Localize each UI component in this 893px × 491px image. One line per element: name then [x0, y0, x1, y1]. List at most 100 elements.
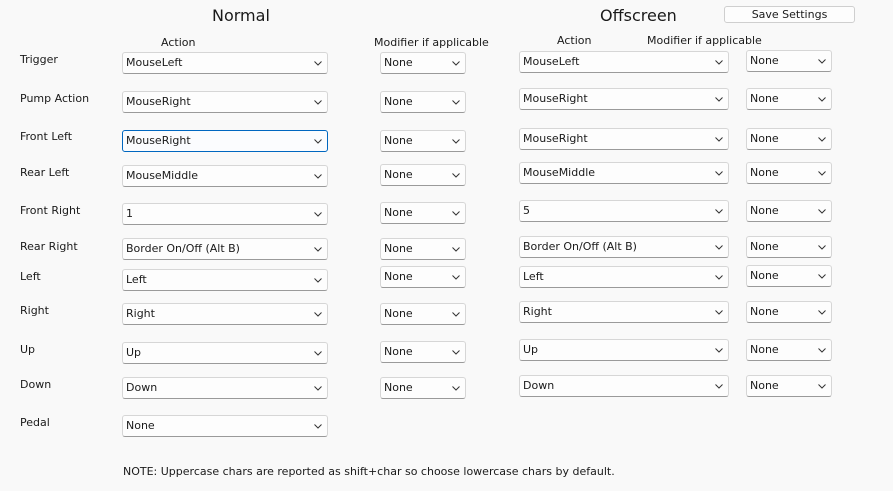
normal-modifier-select-pump-action[interactable]: None — [380, 91, 466, 113]
normal-action-select-rear-left[interactable]: MouseMiddle — [122, 165, 328, 187]
offscreen-action-select-rear-right[interactable]: Border On/Off (Alt B) — [519, 236, 729, 258]
offscreen-action-select-up[interactable]: Up — [519, 339, 729, 361]
dropdown-value: MouseLeft — [523, 55, 580, 68]
dropdown-value: None — [384, 242, 413, 255]
offscreen-action-select-front-right[interactable]: 5 — [519, 200, 729, 222]
offscreen-action-select-rear-left[interactable]: MouseMiddle — [519, 162, 729, 184]
normal-modifier-select-rear-left[interactable]: None — [380, 164, 466, 186]
dropdown-value: None — [384, 134, 413, 147]
chevron-down-icon — [314, 174, 322, 179]
row-label-pump-action: Pump Action — [20, 92, 90, 105]
dropdown-value: Right — [523, 305, 552, 318]
normal-modifier-select-front-left[interactable]: None — [380, 130, 466, 152]
offscreen-modifier-select-left[interactable]: None — [746, 265, 832, 287]
chevron-down-icon — [715, 348, 723, 353]
row-label-trigger: Trigger — [20, 53, 58, 66]
dropdown-value: None — [384, 270, 413, 283]
dropdown-value: MouseRight — [126, 134, 191, 147]
offscreen-modifier-select-rear-right[interactable]: None — [746, 236, 832, 258]
chevron-down-icon — [452, 247, 460, 252]
offscreen-action-select-trigger[interactable]: MouseLeft — [519, 51, 729, 73]
row-label-pedal: Pedal — [20, 416, 50, 429]
normal-modifier-select-down[interactable]: None — [380, 377, 466, 399]
chevron-down-icon — [314, 351, 322, 356]
offscreen-action-select-left[interactable]: Left — [519, 266, 729, 288]
chevron-down-icon — [818, 137, 826, 142]
dropdown-value: None — [384, 168, 413, 181]
chevron-down-icon — [818, 59, 826, 64]
row-label-rear-right: Rear Right — [20, 240, 78, 253]
chevron-down-icon — [452, 211, 460, 216]
normal-action-select-trigger[interactable]: MouseLeft — [122, 52, 328, 74]
dropdown-value: None — [384, 345, 413, 358]
chevron-down-icon — [715, 171, 723, 176]
offscreen-action-select-front-left[interactable]: MouseRight — [519, 128, 729, 150]
dropdown-value: Down — [126, 381, 158, 394]
normal-modifier-select-trigger[interactable]: None — [380, 52, 466, 74]
chevron-down-icon — [818, 97, 826, 102]
offscreen-modifier-select-rear-left[interactable]: None — [746, 162, 832, 184]
chevron-down-icon — [452, 386, 460, 391]
dropdown-value: 1 — [126, 207, 133, 220]
normal-modifier-select-up[interactable]: None — [380, 341, 466, 363]
normal-action-select-rear-right[interactable]: Border On/Off (Alt B) — [122, 238, 328, 260]
chevron-down-icon — [818, 209, 826, 214]
offscreen-action-select-right[interactable]: Right — [519, 301, 729, 323]
chevron-down-icon — [314, 424, 322, 429]
dropdown-value: None — [384, 307, 413, 320]
row-label-left: Left — [20, 270, 41, 283]
chevron-down-icon — [818, 348, 826, 353]
normal-action-select-pedal[interactable]: None — [122, 415, 328, 437]
chevron-down-icon — [452, 139, 460, 144]
offscreen-modifier-select-right[interactable]: None — [746, 301, 832, 323]
chevron-down-icon — [314, 139, 322, 144]
chevron-down-icon — [818, 245, 826, 250]
chevron-down-icon — [715, 275, 723, 280]
chevron-down-icon — [715, 209, 723, 214]
chevron-down-icon — [314, 386, 322, 391]
dropdown-value: Down — [523, 379, 555, 392]
normal-action-select-down[interactable]: Down — [122, 377, 328, 399]
offscreen-modifier-select-down[interactable]: None — [746, 375, 832, 397]
chevron-down-icon — [452, 173, 460, 178]
normal-modifier-select-front-right[interactable]: None — [380, 202, 466, 224]
chevron-down-icon — [818, 274, 826, 279]
offscreen-modifier-select-front-right[interactable]: None — [746, 200, 832, 222]
normal-action-select-front-left[interactable]: MouseRight — [122, 130, 328, 152]
normal-action-select-front-right[interactable]: 1 — [122, 203, 328, 225]
chevron-down-icon — [452, 312, 460, 317]
normal-modifier-select-left[interactable]: None — [380, 266, 466, 288]
dropdown-value: None — [750, 343, 779, 356]
chevron-down-icon — [314, 100, 322, 105]
offscreen-modifier-select-pump-action[interactable]: None — [746, 88, 832, 110]
normal-modifier-select-rear-right[interactable]: None — [380, 238, 466, 260]
offscreen-action-header: Action — [557, 34, 592, 47]
offscreen-modifier-select-trigger[interactable]: None — [746, 50, 832, 72]
offscreen-action-select-pump-action[interactable]: MouseRight — [519, 88, 729, 110]
offscreen-section-title: Offscreen — [600, 6, 677, 25]
dropdown-value: None — [750, 204, 779, 217]
dropdown-value: None — [384, 56, 413, 69]
dropdown-value: None — [750, 240, 779, 253]
dropdown-value: MouseLeft — [126, 56, 183, 69]
chevron-down-icon — [314, 61, 322, 66]
offscreen-modifier-header: Modifier if applicable — [647, 34, 762, 47]
normal-modifier-select-right[interactable]: None — [380, 303, 466, 325]
chevron-down-icon — [452, 61, 460, 66]
normal-action-select-up[interactable]: Up — [122, 342, 328, 364]
normal-action-select-left[interactable]: Left — [122, 269, 328, 291]
dropdown-value: None — [384, 206, 413, 219]
normal-action-select-pump-action[interactable]: MouseRight — [122, 91, 328, 113]
dropdown-value: Up — [523, 343, 539, 356]
dropdown-value: None — [126, 419, 155, 432]
offscreen-action-select-down[interactable]: Down — [519, 375, 729, 397]
normal-action-select-right[interactable]: Right — [122, 303, 328, 325]
normal-action-header: Action — [161, 36, 196, 49]
dropdown-value: None — [750, 379, 779, 392]
dropdown-value: Border On/Off (Alt B) — [126, 242, 240, 255]
offscreen-modifier-select-up[interactable]: None — [746, 339, 832, 361]
save-settings-button[interactable]: Save Settings — [724, 6, 855, 23]
row-label-down: Down — [20, 378, 52, 391]
offscreen-modifier-select-front-left[interactable]: None — [746, 128, 832, 150]
chevron-down-icon — [452, 350, 460, 355]
